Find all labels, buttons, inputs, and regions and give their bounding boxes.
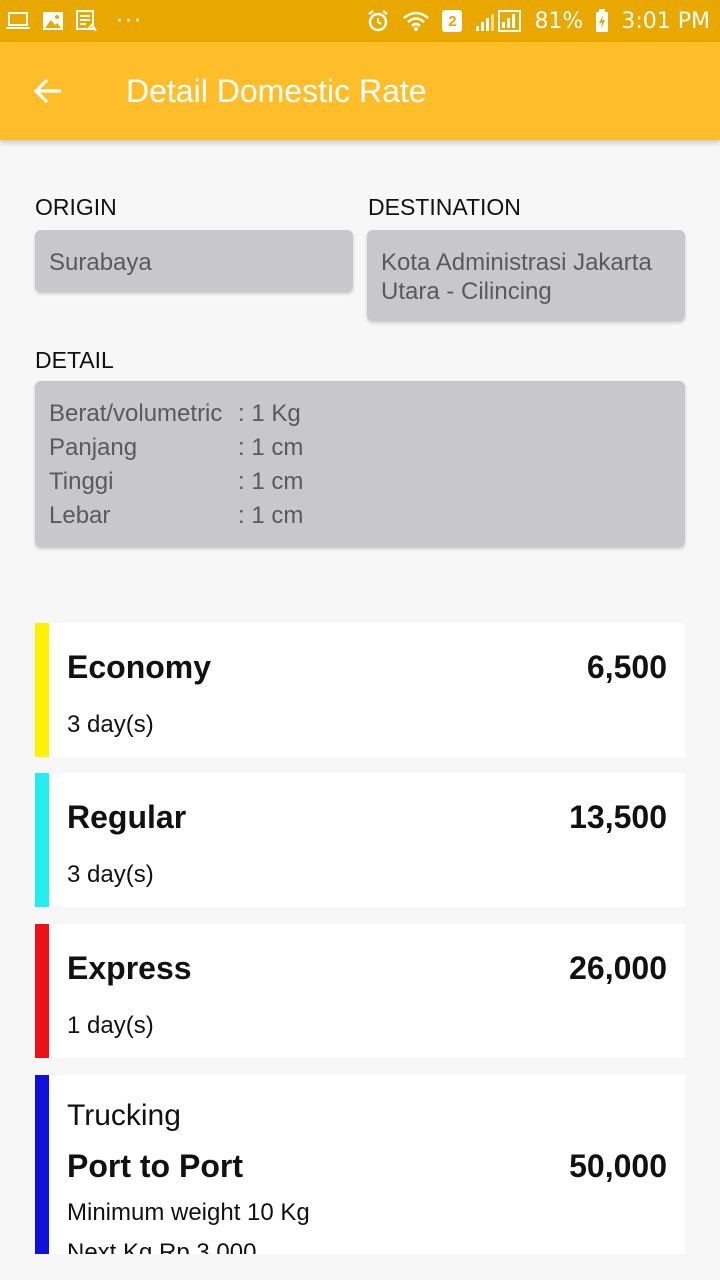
service-color-bar	[35, 924, 49, 1058]
origin-field: Surabaya	[35, 230, 353, 292]
service-duration: 3 day(s)	[67, 711, 154, 738]
detail-label: DETAIL	[35, 347, 114, 373]
detail-key: Lebar	[49, 502, 111, 529]
detail-value: : 1 cm	[238, 468, 304, 495]
service-name: Express	[67, 950, 192, 986]
clock: 3:01 PM	[621, 8, 710, 34]
destination-field: Kota Administrasi Jakarta Utara - Cilinc…	[367, 230, 685, 321]
detail-row-length: Panjang : 1 cm	[49, 431, 671, 465]
service-color-bar	[35, 773, 49, 907]
detail-value: : 1 Kg	[238, 400, 301, 427]
signal-icon	[474, 10, 522, 32]
service-color-bar	[35, 623, 49, 757]
service-price: 6,500	[586, 649, 667, 685]
detail-key: Panjang	[49, 434, 138, 461]
service-duration: 1 day(s)	[67, 1012, 154, 1039]
service-card-trucking[interactable]: Trucking Port to Port 50,000 Minimum wei…	[35, 1075, 685, 1254]
laptop-icon	[6, 11, 30, 31]
detail-box: Berat/volumetric : 1 Kg Panjang : 1 cm T…	[35, 381, 685, 547]
wifi-icon	[402, 10, 430, 32]
more-notifications: ···	[116, 8, 143, 34]
detail-row-width: Lebar : 1 cm	[49, 499, 671, 533]
service-price: 26,000	[569, 950, 667, 986]
service-card-economy[interactable]: Economy 6,500 3 day(s)	[35, 623, 685, 757]
alarm-icon	[366, 9, 390, 33]
back-button[interactable]	[20, 63, 76, 119]
service-duration: 3 day(s)	[67, 861, 154, 888]
service-name: Port to Port	[67, 1148, 243, 1184]
service-card-express[interactable]: Express 26,000 1 day(s)	[35, 924, 685, 1058]
detail-key: Tinggi	[49, 468, 114, 495]
detail-value: : 1 cm	[238, 434, 304, 461]
sim2-badge-label: 2	[448, 12, 457, 30]
service-name: Regular	[67, 799, 187, 835]
page-title: Detail Domestic Rate	[126, 72, 427, 109]
detail-value: : 1 cm	[238, 502, 304, 529]
service-color-bar	[35, 1075, 49, 1254]
app-bar: Detail Domestic Rate	[0, 42, 720, 140]
service-note: Minimum weight 10 Kg	[67, 1199, 310, 1226]
news-icon	[76, 10, 98, 32]
detail-key: Berat/volumetric	[49, 400, 223, 427]
service-category: Trucking	[67, 1099, 181, 1132]
service-card-regular[interactable]: Regular 13,500 3 day(s)	[35, 773, 685, 907]
arrow-left-icon	[33, 78, 61, 104]
detail-row-height: Tinggi : 1 cm	[49, 465, 671, 499]
service-name: Economy	[67, 649, 212, 685]
destination-label: DESTINATION	[368, 194, 521, 220]
origin-label: ORIGIN	[35, 194, 117, 220]
service-price: 50,000	[569, 1148, 667, 1184]
image-icon	[42, 11, 64, 31]
sim2-badge-icon: 2	[442, 10, 463, 32]
battery-percent: 81%	[534, 8, 584, 34]
battery-charging-icon	[595, 9, 609, 33]
service-note-next-kg: Next Kg Rp 3,000	[67, 1239, 257, 1254]
status-bar: ··· 2 81% 3:01 PM	[0, 0, 720, 42]
service-price: 13,500	[569, 799, 667, 835]
detail-row-weight: Berat/volumetric : 1 Kg	[49, 397, 671, 431]
